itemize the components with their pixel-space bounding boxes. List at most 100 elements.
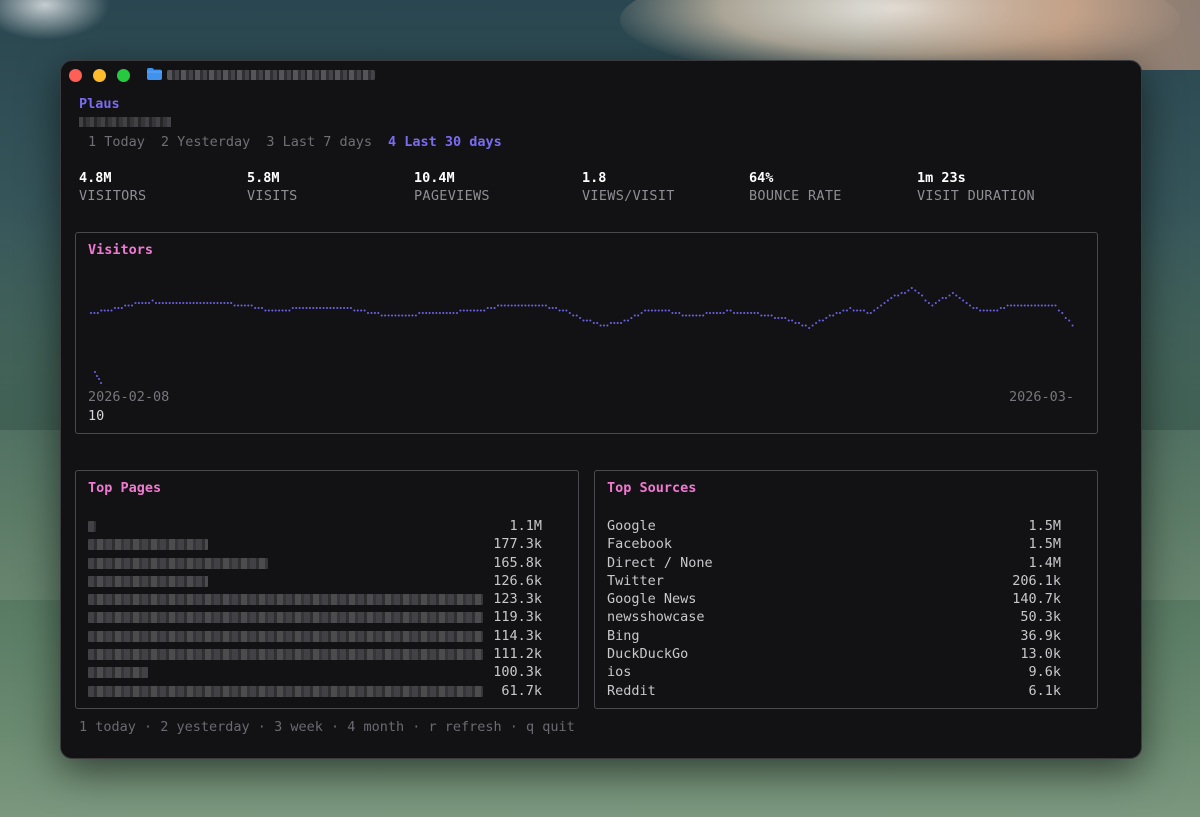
stat-label: VISITS: [247, 188, 298, 204]
chart-point-276: [1033, 304, 1037, 307]
list-item[interactable]: 123.3k: [88, 590, 542, 608]
chart-point-167: [661, 309, 664, 312]
close-button[interactable]: [69, 69, 82, 82]
chart-point-51: [264, 309, 267, 312]
list-item[interactable]: Facebook 1.5M: [607, 535, 1061, 553]
chart-point-29: [189, 301, 192, 305]
chart-point-92: [404, 314, 407, 317]
chart-point-112: [473, 309, 476, 312]
list-item[interactable]: Bing 36.9k: [607, 627, 1061, 645]
x-axis-start-label: 2026-02-08: [88, 389, 170, 405]
chart-point-120: [500, 304, 503, 307]
minimize-button[interactable]: [93, 69, 106, 82]
chart-point-196: [760, 314, 763, 317]
chart-point-80: [363, 309, 366, 312]
chart-point-96: [418, 311, 421, 315]
list-item[interactable]: 111.2k: [88, 645, 542, 663]
chart-point-278: [1040, 304, 1043, 307]
chart-point-151: [606, 324, 609, 327]
chart-point-142: [575, 314, 578, 317]
chart-point-107: [455, 311, 459, 315]
chart-point-59: [291, 306, 294, 310]
chart-point-60: [295, 306, 298, 310]
list-item[interactable]: 61.7k: [88, 682, 542, 700]
list-item[interactable]: Direct / None 1.4M: [607, 554, 1061, 572]
chart-point-159: [633, 314, 636, 317]
chart-point-45: [243, 304, 246, 307]
tab-last-7-days[interactable]: 3 Last 7 days: [266, 134, 372, 150]
chart-point-78: [356, 309, 359, 312]
chart-point-19: [154, 301, 158, 305]
chart-point-274: [1027, 304, 1030, 307]
visitors-chart-panel: Visitors 2026-02-08 2026-03- 10: [75, 232, 1098, 434]
chart-point-186: [726, 309, 729, 312]
list-item[interactable]: 126.6k: [88, 572, 542, 590]
list-item[interactable]: 165.8k: [88, 554, 542, 572]
keyboard-shortcuts-footer: 1 today · 2 yesterday · 3 week · 4 month…: [79, 719, 575, 735]
list-item[interactable]: 1.1M: [88, 517, 542, 535]
chart-point-109: [462, 309, 465, 312]
chart-point-77: [353, 309, 356, 312]
tab-last-30-days[interactable]: 4 Last 30 days: [388, 134, 502, 150]
list-item-value: 61.7k: [501, 682, 542, 699]
list-item[interactable]: 177.3k: [88, 535, 542, 553]
chart-point-205: [791, 319, 794, 322]
stat-views-per-visit: 1.8 VIEWS/VISIT: [582, 170, 675, 204]
chart-point-217: [832, 314, 835, 317]
chart-point-7: [113, 306, 116, 310]
chart-point-76: [349, 306, 352, 310]
page-path-redacted: [88, 575, 208, 587]
chart-point-207: [797, 321, 801, 325]
list-item-value: 111.2k: [493, 646, 542, 663]
tab-yesterday[interactable]: 2 Yesterday: [161, 134, 250, 150]
stat-value: 1.8: [582, 170, 607, 186]
chart-point-220: [842, 309, 845, 312]
chart-point-87: [387, 314, 390, 317]
chart-point-175: [688, 314, 691, 317]
chart-point-84: [377, 311, 380, 315]
chart-point-148: [596, 321, 599, 325]
chart-point-12: [130, 304, 134, 307]
list-item-label: Reddit: [607, 682, 656, 699]
stat-value: 5.8M: [247, 170, 280, 186]
list-item[interactable]: DuckDuckGo 13.0k: [607, 645, 1061, 663]
chart-point-14: [137, 301, 140, 305]
chart-point-177: [695, 314, 698, 317]
list-item[interactable]: Google News 140.7k: [607, 590, 1061, 608]
chart-point-179: [702, 314, 705, 317]
chart-point-128: [527, 304, 530, 307]
chart-point-265: [996, 309, 999, 312]
chart-point-214: [821, 319, 824, 322]
zoom-button[interactable]: [117, 69, 130, 82]
list-item-label: Bing: [607, 627, 640, 644]
chart-point-72: [336, 306, 339, 310]
list-item[interactable]: Reddit 6.1k: [607, 682, 1061, 700]
chart-point-201: [777, 316, 780, 320]
list-item[interactable]: newsshowcase 50.3k: [607, 608, 1061, 626]
list-item-value: 114.3k: [493, 627, 542, 644]
chart-point-26: [178, 301, 181, 305]
list-item[interactable]: 100.3k: [88, 663, 542, 681]
chart-point-286: [1068, 319, 1071, 322]
chart-point-71: [332, 306, 335, 310]
list-item[interactable]: 114.3k: [88, 627, 542, 645]
list-item[interactable]: 119.3k: [88, 608, 542, 626]
list-item[interactable]: ios 9.6k: [607, 663, 1061, 681]
chart-point-55: [278, 309, 281, 312]
list-item[interactable]: Google 1.5M: [607, 517, 1061, 535]
chart-point-197: [763, 314, 766, 317]
chart-point-287: [1071, 324, 1074, 327]
chart-point-259: [975, 306, 978, 310]
visitors-chart: [89, 286, 1074, 385]
panel-title: Top Sources: [607, 480, 697, 496]
chart-point-164: [650, 309, 653, 312]
chart-point-243: [921, 294, 924, 297]
list-item[interactable]: Twitter 206.1k: [607, 572, 1061, 590]
chart-artifact-dot-0: [93, 370, 97, 374]
chart-point-282: [1054, 304, 1057, 307]
chart-point-6: [110, 309, 113, 312]
tab-today[interactable]: 1 Today: [88, 134, 145, 150]
chart-point-102: [438, 311, 441, 315]
chart-point-194: [753, 311, 756, 315]
chart-point-82: [370, 311, 373, 315]
